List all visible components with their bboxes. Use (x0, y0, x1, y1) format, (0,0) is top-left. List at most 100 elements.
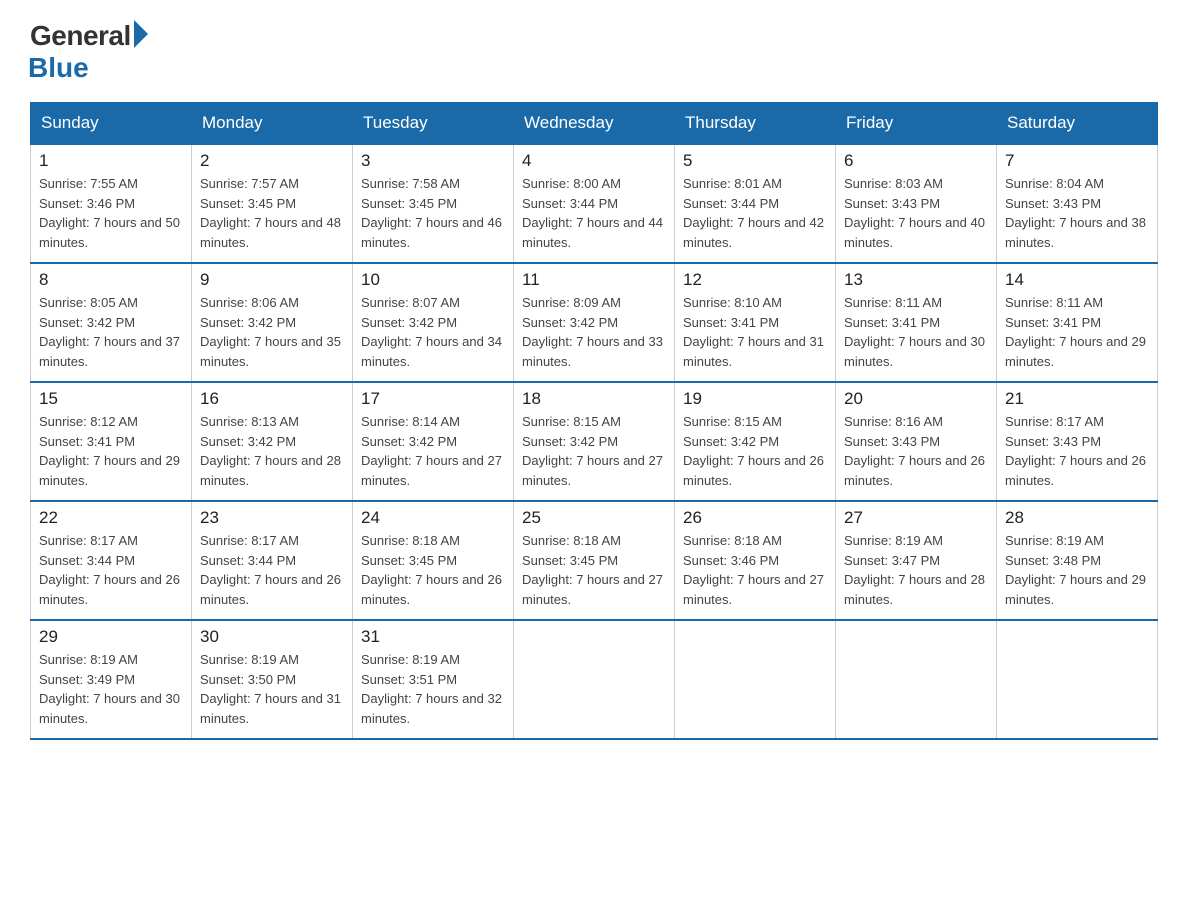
calendar-cell: 11 Sunrise: 8:09 AM Sunset: 3:42 PM Dayl… (514, 263, 675, 382)
calendar-cell: 19 Sunrise: 8:15 AM Sunset: 3:42 PM Dayl… (675, 382, 836, 501)
page-header: General Blue (30, 20, 1158, 84)
day-info: Sunrise: 8:07 AM Sunset: 3:42 PM Dayligh… (361, 293, 505, 371)
calendar-cell: 9 Sunrise: 8:06 AM Sunset: 3:42 PM Dayli… (192, 263, 353, 382)
day-info: Sunrise: 8:13 AM Sunset: 3:42 PM Dayligh… (200, 412, 344, 490)
day-number: 3 (361, 151, 505, 171)
day-number: 6 (844, 151, 988, 171)
calendar-cell: 21 Sunrise: 8:17 AM Sunset: 3:43 PM Dayl… (997, 382, 1158, 501)
day-number: 5 (683, 151, 827, 171)
day-info: Sunrise: 8:11 AM Sunset: 3:41 PM Dayligh… (1005, 293, 1149, 371)
day-number: 14 (1005, 270, 1149, 290)
day-info: Sunrise: 8:17 AM Sunset: 3:43 PM Dayligh… (1005, 412, 1149, 490)
calendar-cell (836, 620, 997, 739)
day-number: 25 (522, 508, 666, 528)
day-info: Sunrise: 8:00 AM Sunset: 3:44 PM Dayligh… (522, 174, 666, 252)
day-info: Sunrise: 8:19 AM Sunset: 3:48 PM Dayligh… (1005, 531, 1149, 609)
day-number: 8 (39, 270, 183, 290)
calendar-cell: 4 Sunrise: 8:00 AM Sunset: 3:44 PM Dayli… (514, 144, 675, 263)
calendar-cell (514, 620, 675, 739)
calendar-cell: 27 Sunrise: 8:19 AM Sunset: 3:47 PM Dayl… (836, 501, 997, 620)
calendar-cell: 12 Sunrise: 8:10 AM Sunset: 3:41 PM Dayl… (675, 263, 836, 382)
calendar-cell: 7 Sunrise: 8:04 AM Sunset: 3:43 PM Dayli… (997, 144, 1158, 263)
day-number: 27 (844, 508, 988, 528)
day-header-monday: Monday (192, 103, 353, 145)
calendar-cell: 24 Sunrise: 8:18 AM Sunset: 3:45 PM Dayl… (353, 501, 514, 620)
day-number: 26 (683, 508, 827, 528)
day-number: 24 (361, 508, 505, 528)
day-info: Sunrise: 7:58 AM Sunset: 3:45 PM Dayligh… (361, 174, 505, 252)
day-info: Sunrise: 8:15 AM Sunset: 3:42 PM Dayligh… (522, 412, 666, 490)
day-number: 7 (1005, 151, 1149, 171)
day-info: Sunrise: 8:11 AM Sunset: 3:41 PM Dayligh… (844, 293, 988, 371)
day-info: Sunrise: 8:03 AM Sunset: 3:43 PM Dayligh… (844, 174, 988, 252)
day-number: 29 (39, 627, 183, 647)
day-header-friday: Friday (836, 103, 997, 145)
calendar-cell: 28 Sunrise: 8:19 AM Sunset: 3:48 PM Dayl… (997, 501, 1158, 620)
calendar-cell: 10 Sunrise: 8:07 AM Sunset: 3:42 PM Dayl… (353, 263, 514, 382)
day-info: Sunrise: 8:15 AM Sunset: 3:42 PM Dayligh… (683, 412, 827, 490)
day-info: Sunrise: 8:04 AM Sunset: 3:43 PM Dayligh… (1005, 174, 1149, 252)
calendar-cell (675, 620, 836, 739)
calendar-week-1: 1 Sunrise: 7:55 AM Sunset: 3:46 PM Dayli… (31, 144, 1158, 263)
day-info: Sunrise: 8:05 AM Sunset: 3:42 PM Dayligh… (39, 293, 183, 371)
calendar-cell: 13 Sunrise: 8:11 AM Sunset: 3:41 PM Dayl… (836, 263, 997, 382)
day-info: Sunrise: 8:19 AM Sunset: 3:50 PM Dayligh… (200, 650, 344, 728)
calendar-cell: 2 Sunrise: 7:57 AM Sunset: 3:45 PM Dayli… (192, 144, 353, 263)
day-number: 23 (200, 508, 344, 528)
day-number: 1 (39, 151, 183, 171)
day-info: Sunrise: 8:01 AM Sunset: 3:44 PM Dayligh… (683, 174, 827, 252)
calendar-cell (997, 620, 1158, 739)
calendar-cell: 14 Sunrise: 8:11 AM Sunset: 3:41 PM Dayl… (997, 263, 1158, 382)
calendar-cell: 8 Sunrise: 8:05 AM Sunset: 3:42 PM Dayli… (31, 263, 192, 382)
logo-blue-text: Blue (28, 52, 89, 84)
calendar-cell: 20 Sunrise: 8:16 AM Sunset: 3:43 PM Dayl… (836, 382, 997, 501)
logo: General Blue (30, 20, 148, 84)
calendar-week-3: 15 Sunrise: 8:12 AM Sunset: 3:41 PM Dayl… (31, 382, 1158, 501)
calendar-cell: 15 Sunrise: 8:12 AM Sunset: 3:41 PM Dayl… (31, 382, 192, 501)
day-info: Sunrise: 8:19 AM Sunset: 3:49 PM Dayligh… (39, 650, 183, 728)
day-header-sunday: Sunday (31, 103, 192, 145)
calendar-cell: 26 Sunrise: 8:18 AM Sunset: 3:46 PM Dayl… (675, 501, 836, 620)
day-number: 18 (522, 389, 666, 409)
day-number: 2 (200, 151, 344, 171)
calendar-header-row: SundayMondayTuesdayWednesdayThursdayFrid… (31, 103, 1158, 145)
logo-general-text: General (30, 20, 131, 52)
day-header-tuesday: Tuesday (353, 103, 514, 145)
day-header-saturday: Saturday (997, 103, 1158, 145)
day-number: 17 (361, 389, 505, 409)
day-number: 28 (1005, 508, 1149, 528)
day-info: Sunrise: 7:57 AM Sunset: 3:45 PM Dayligh… (200, 174, 344, 252)
day-info: Sunrise: 8:18 AM Sunset: 3:46 PM Dayligh… (683, 531, 827, 609)
day-number: 11 (522, 270, 666, 290)
day-number: 21 (1005, 389, 1149, 409)
calendar-cell: 5 Sunrise: 8:01 AM Sunset: 3:44 PM Dayli… (675, 144, 836, 263)
day-header-thursday: Thursday (675, 103, 836, 145)
day-number: 4 (522, 151, 666, 171)
calendar-cell: 16 Sunrise: 8:13 AM Sunset: 3:42 PM Dayl… (192, 382, 353, 501)
day-header-wednesday: Wednesday (514, 103, 675, 145)
day-number: 30 (200, 627, 344, 647)
calendar-cell: 30 Sunrise: 8:19 AM Sunset: 3:50 PM Dayl… (192, 620, 353, 739)
day-info: Sunrise: 8:18 AM Sunset: 3:45 PM Dayligh… (361, 531, 505, 609)
calendar-table: SundayMondayTuesdayWednesdayThursdayFrid… (30, 102, 1158, 740)
day-number: 19 (683, 389, 827, 409)
day-number: 12 (683, 270, 827, 290)
day-number: 15 (39, 389, 183, 409)
calendar-cell: 18 Sunrise: 8:15 AM Sunset: 3:42 PM Dayl… (514, 382, 675, 501)
day-info: Sunrise: 8:12 AM Sunset: 3:41 PM Dayligh… (39, 412, 183, 490)
logo-arrow-icon (134, 20, 148, 48)
calendar-cell: 6 Sunrise: 8:03 AM Sunset: 3:43 PM Dayli… (836, 144, 997, 263)
day-info: Sunrise: 8:09 AM Sunset: 3:42 PM Dayligh… (522, 293, 666, 371)
day-info: Sunrise: 7:55 AM Sunset: 3:46 PM Dayligh… (39, 174, 183, 252)
day-info: Sunrise: 8:19 AM Sunset: 3:51 PM Dayligh… (361, 650, 505, 728)
calendar-cell: 22 Sunrise: 8:17 AM Sunset: 3:44 PM Dayl… (31, 501, 192, 620)
calendar-cell: 29 Sunrise: 8:19 AM Sunset: 3:49 PM Dayl… (31, 620, 192, 739)
calendar-cell: 25 Sunrise: 8:18 AM Sunset: 3:45 PM Dayl… (514, 501, 675, 620)
day-info: Sunrise: 8:18 AM Sunset: 3:45 PM Dayligh… (522, 531, 666, 609)
day-info: Sunrise: 8:17 AM Sunset: 3:44 PM Dayligh… (39, 531, 183, 609)
day-number: 20 (844, 389, 988, 409)
day-info: Sunrise: 8:19 AM Sunset: 3:47 PM Dayligh… (844, 531, 988, 609)
calendar-week-2: 8 Sunrise: 8:05 AM Sunset: 3:42 PM Dayli… (31, 263, 1158, 382)
calendar-week-4: 22 Sunrise: 8:17 AM Sunset: 3:44 PM Dayl… (31, 501, 1158, 620)
day-number: 13 (844, 270, 988, 290)
